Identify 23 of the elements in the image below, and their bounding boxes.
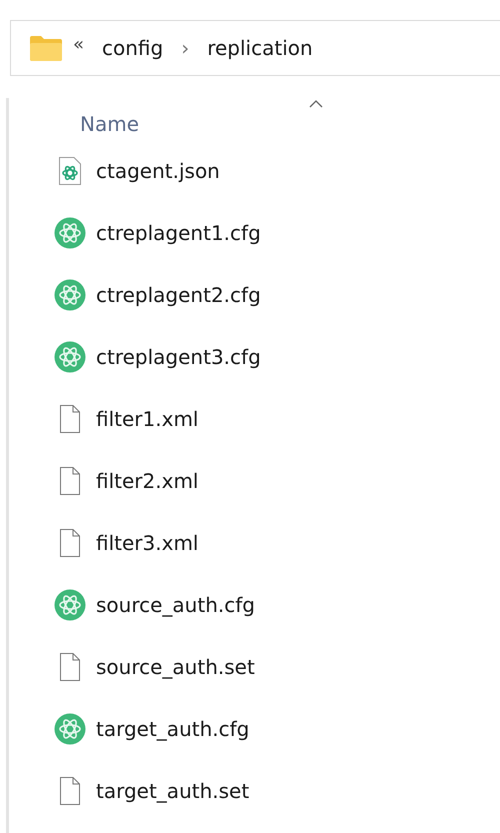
file-name[interactable]: ctreplagent2.cfg	[96, 283, 261, 307]
file-name[interactable]: filter1.xml	[96, 407, 198, 431]
folder-icon	[29, 34, 63, 62]
file-name[interactable]: ctreplagent1.cfg	[96, 221, 261, 245]
atom-icon	[54, 713, 86, 745]
breadcrumb[interactable]: replication	[207, 36, 313, 60]
atom-icon	[54, 217, 86, 249]
file-name[interactable]: target_auth.set	[96, 779, 250, 803]
atom-icon	[54, 589, 86, 621]
file-name[interactable]: ctreplagent3.cfg	[96, 345, 261, 369]
file-name[interactable]: filter2.xml	[96, 469, 198, 493]
file-name[interactable]: source_auth.cfg	[96, 593, 255, 617]
file-name[interactable]: filter3.xml	[96, 531, 198, 555]
file-name[interactable]: source_auth.set	[96, 655, 255, 679]
file-name[interactable]: ctagent.json	[96, 159, 220, 183]
overflow-chevron[interactable]: «	[73, 34, 84, 54]
breadcrumb-separator[interactable]: ›	[181, 36, 190, 60]
breadcrumb[interactable]: config	[102, 36, 164, 60]
atom-icon	[54, 341, 86, 373]
file-name[interactable]: target_auth.cfg	[96, 717, 250, 741]
atom-icon	[54, 279, 86, 311]
column-header[interactable]: Name	[80, 112, 140, 136]
address-bar[interactable]: « config › replication	[10, 20, 500, 76]
